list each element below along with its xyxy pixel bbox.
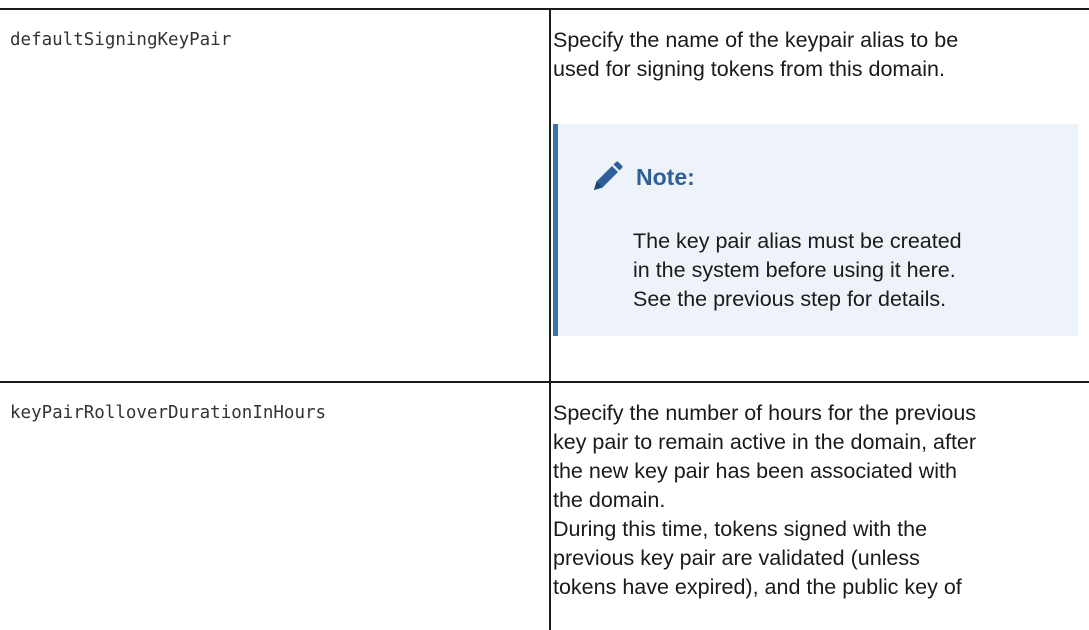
note-line: in the system before using it here.: [633, 258, 956, 282]
note-header: Note:: [590, 160, 695, 194]
description-line: the domain.: [553, 488, 666, 512]
parameter-table: defaultSigningKeyPair Specify the name o…: [0, 0, 1089, 630]
column-divider: [549, 8, 551, 630]
note-box: Note: The key pair alias must be created…: [553, 124, 1078, 336]
table-top-border: [0, 8, 1089, 10]
description-line: Specify the name of the keypair alias to…: [553, 28, 959, 52]
description-line: tokens have expired), and the public key…: [553, 575, 962, 599]
param-description-default-signing-key-pair: Specify the name of the keypair alias to…: [553, 26, 1083, 84]
description-line: During this time, tokens signed with the: [553, 517, 928, 541]
description-line: used for signing tokens from this domain…: [553, 57, 945, 81]
param-description-key-pair-rollover-duration: Specify the number of hours for the prev…: [553, 399, 1083, 602]
param-name-key-pair-rollover-duration: keyPairRolloverDurationInHours: [10, 403, 327, 423]
description-line: key pair to remain active in the domain,…: [553, 430, 977, 454]
param-name-default-signing-key-pair: defaultSigningKeyPair: [10, 30, 232, 50]
note-line: The key pair alias must be created: [633, 229, 962, 253]
row-divider: [0, 381, 1089, 383]
note-line: See the previous step for details.: [633, 287, 947, 311]
note-body: The key pair alias must be created in th…: [633, 227, 1063, 314]
description-line: previous key pair are validated (unless: [553, 546, 920, 570]
description-line: the new key pair has been associated wit…: [553, 459, 957, 483]
pencil-icon: [590, 160, 624, 194]
description-line: Specify the number of hours for the prev…: [553, 401, 977, 425]
note-title: Note:: [636, 163, 695, 190]
